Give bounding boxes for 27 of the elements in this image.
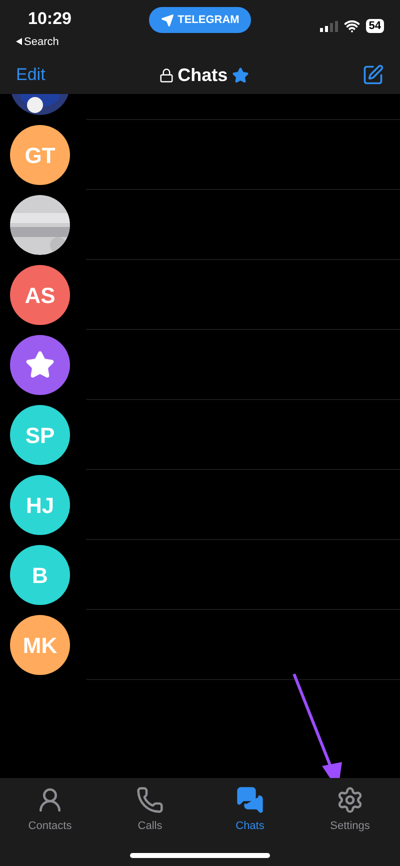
tab-bar-item[interactable]: Contacts xyxy=(10,786,90,834)
tab-bar-item[interactable]: Chats xyxy=(210,786,290,834)
battery-indicator: 54 xyxy=(366,19,384,33)
star-icon[interactable] xyxy=(232,66,249,84)
status-time: 10:29 xyxy=(28,8,72,30)
avatar-initials: AS xyxy=(24,282,56,310)
phone-icon xyxy=(136,786,164,814)
compose-icon[interactable] xyxy=(362,64,384,86)
avatar-initials: GT xyxy=(24,142,56,170)
settings-icon xyxy=(336,786,364,814)
avatar-initials: SP xyxy=(25,422,55,450)
wifi-icon xyxy=(344,18,360,34)
padlock-icon[interactable] xyxy=(158,68,174,82)
chat-bubbles-icon xyxy=(236,786,264,814)
edit-button[interactable]: Edit xyxy=(16,62,46,88)
paper-plane-icon xyxy=(160,14,174,26)
back-to-search-link[interactable]: Search xyxy=(24,34,59,50)
back-triangle-icon xyxy=(16,38,22,46)
avatar-initials: MK xyxy=(22,632,58,660)
avatar-initials: HJ xyxy=(26,492,54,520)
avatar-initials: B xyxy=(32,562,48,590)
star-icon xyxy=(25,350,55,380)
tab-bar-item[interactable]: Settings xyxy=(310,786,390,834)
app-pill[interactable]: TELEGRAM xyxy=(148,7,252,33)
screen-title: Chats xyxy=(178,64,228,86)
tab-bar-item[interactable]: Calls xyxy=(110,786,190,834)
signal-icon xyxy=(320,20,338,32)
